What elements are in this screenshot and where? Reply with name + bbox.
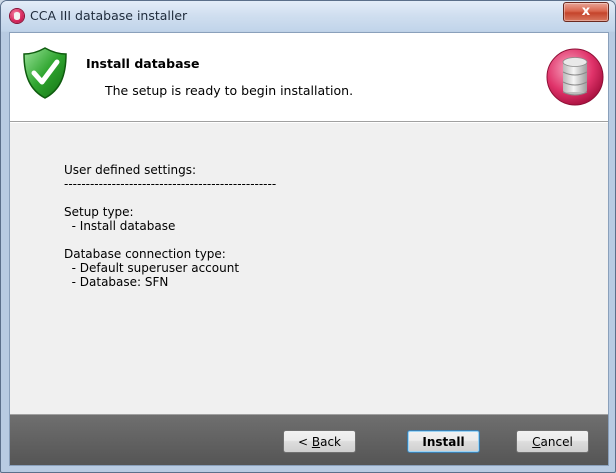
back-button-rest: ack bbox=[320, 435, 341, 449]
back-button-accel: B bbox=[311, 435, 321, 449]
settings-summary-text: User defined settings: -----------------… bbox=[64, 163, 277, 289]
installer-window: CCA III database installer x Install dat… bbox=[0, 0, 616, 473]
back-button-prefix: < bbox=[297, 435, 312, 449]
app-database-icon bbox=[10, 9, 24, 23]
cancel-button-accel: C bbox=[532, 435, 541, 449]
settings-summary-panel: User defined settings: -----------------… bbox=[10, 124, 608, 415]
cancel-button-rest: ancel bbox=[540, 435, 573, 449]
wizard-header: Install database The setup is ready to b… bbox=[10, 33, 608, 123]
title-bar[interactable]: CCA III database installer x bbox=[1, 1, 615, 31]
back-button[interactable]: < Back bbox=[283, 430, 356, 453]
install-button[interactable]: Install bbox=[407, 430, 480, 453]
window-title: CCA III database installer bbox=[30, 8, 188, 23]
dialog-client-area: Install database The setup is ready to b… bbox=[9, 32, 609, 466]
database-icon bbox=[546, 48, 604, 106]
header-title: Install database bbox=[86, 56, 200, 71]
shield-check-icon bbox=[23, 47, 67, 99]
wizard-footer: < Back Install Cancel bbox=[10, 415, 608, 465]
cancel-button[interactable]: Cancel bbox=[516, 430, 589, 453]
close-button[interactable]: x bbox=[563, 2, 609, 22]
header-subtitle: The setup is ready to begin installation… bbox=[105, 83, 354, 98]
